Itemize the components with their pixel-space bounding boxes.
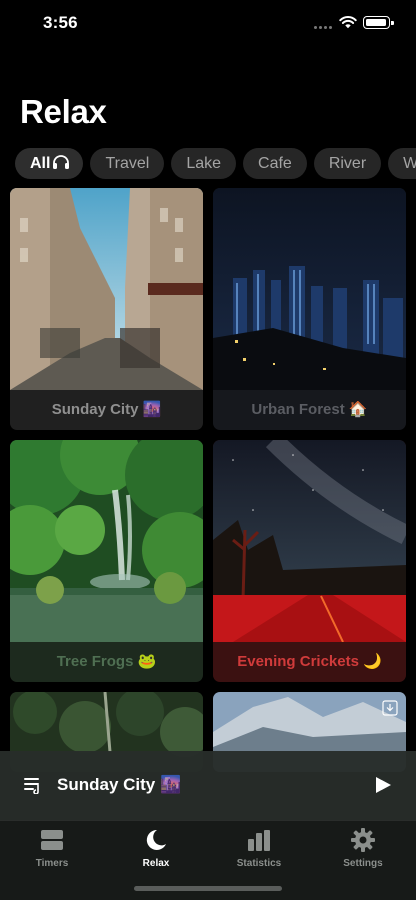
chip-lake[interactable]: Lake [171,148,237,179]
tree-frogs-image [10,440,203,642]
status-time: 3:56 [43,13,78,32]
bar-chart-icon [248,830,270,851]
chip-water[interactable]: Wat [388,148,416,179]
status-bar: 3:56 [0,0,416,50]
tab-label: Relax [142,858,170,869]
download-icon[interactable] [382,700,398,716]
sound-card-sunday-city[interactable]: Sunday City 🌆 [10,188,203,430]
tab-statistics[interactable]: Statistics [219,827,299,873]
signal-dots-icon [314,26,336,30]
tab-timers[interactable]: Timers [12,827,92,873]
tab-label: Statistics [236,858,282,869]
timers-icon [41,830,63,850]
chip-all[interactable]: All [15,148,84,179]
card-label: Urban Forest 🏠 [251,401,368,418]
tab-label: Settings [343,858,383,869]
sound-card-urban-forest[interactable]: Urban Forest 🏠 [213,188,406,430]
tab-relax[interactable]: Relax [116,827,196,873]
tab-label: Timers [35,858,69,869]
battery-icon [363,16,394,29]
sunday-city-image [10,188,203,390]
page-title: Relax [20,93,107,130]
card-label: Tree Frogs 🐸 [56,653,157,670]
tab-settings[interactable]: Settings [323,827,403,873]
playlist-icon[interactable] [23,776,43,794]
moon-icon [146,829,166,850]
chip-travel[interactable]: Travel [90,148,165,179]
category-chips: All TravelLakeCafeRiverWat [15,148,416,180]
sound-card-evening-crickets[interactable]: Evening Crickets 🌙 [213,440,406,682]
card-label: Sunday City 🌆 [51,401,162,418]
wifi-icon [339,16,357,29]
evening-crickets-image [213,440,406,642]
now-playing-bar[interactable]: Sunday City 🌆 [0,751,416,820]
now-playing-title: Sunday City 🌆 [57,775,182,794]
play-icon[interactable] [374,776,392,794]
chip-label: All [30,155,51,172]
gear-icon [351,828,375,852]
sound-card-tree-frogs[interactable]: Tree Frogs 🐸 [10,440,203,682]
headphones-icon [53,155,70,169]
chip-river[interactable]: River [313,148,382,179]
card-label: Evening Crickets 🌙 [237,653,382,670]
chip-cafe[interactable]: Cafe [243,148,307,179]
home-indicator [134,886,282,891]
urban-forest-image [213,188,406,390]
